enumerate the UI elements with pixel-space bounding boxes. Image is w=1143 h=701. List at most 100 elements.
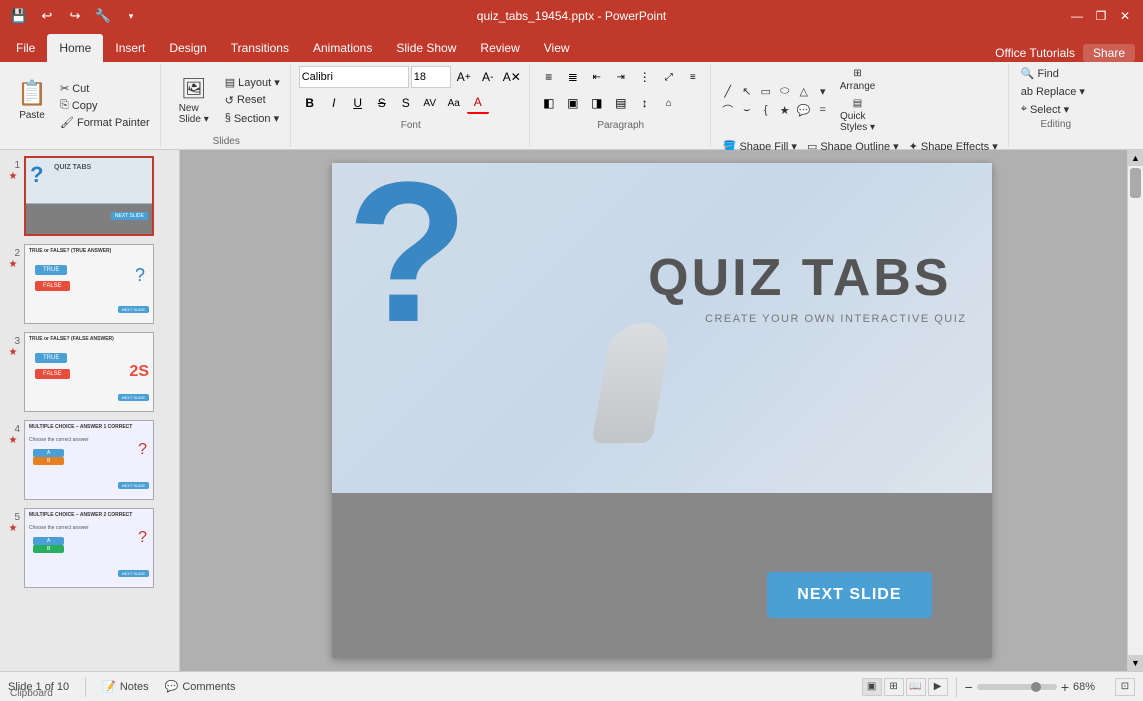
slide-thumb-4[interactable]: 4 ★ MULTIPLE CHOICE – ANSWER 1 CORRECT C… (4, 418, 175, 502)
smart-art-button[interactable]: ⌂ (658, 92, 680, 114)
decrease-font-button[interactable]: A- (477, 66, 499, 88)
font-name-input[interactable] (299, 66, 409, 88)
underline-button[interactable]: U (347, 92, 369, 114)
zoom-slider[interactable] (977, 684, 1057, 690)
section-button[interactable]: §Section ▾ (221, 111, 284, 126)
tab-animations[interactable]: Animations (301, 34, 384, 62)
tab-home[interactable]: Home (47, 34, 103, 62)
text-direction-button[interactable]: ⤢ (658, 66, 680, 88)
numbered-list-button[interactable]: ≣ (562, 66, 584, 88)
undo-icon[interactable]: ↩ (36, 5, 58, 27)
canvas-scroll-down[interactable]: ▼ (1128, 655, 1143, 671)
slide-thumb-1[interactable]: 1 ★ ? QUIZ TABS NEXT SLIDE (4, 154, 175, 238)
layout-button[interactable]: ▤Layout ▾ (221, 75, 284, 90)
zoom-level[interactable]: 68% (1073, 681, 1103, 693)
columns-button[interactable]: ⋮ (634, 66, 656, 88)
zoom-in-button[interactable]: + (1061, 679, 1069, 695)
next-slide-button[interactable]: NEXT SLIDE (767, 572, 931, 618)
replace-button[interactable]: abReplace ▾ (1017, 84, 1095, 99)
reset-button[interactable]: ↺Reset (221, 93, 284, 108)
canvas-scroll-thumb[interactable] (1130, 168, 1141, 198)
slides-group: 🖼 NewSlide ▾ ▤Layout ▾ ↺Reset §Section ▾… (163, 64, 291, 147)
normal-view-button[interactable]: ▣ (862, 678, 882, 696)
font-size-input[interactable] (411, 66, 451, 88)
align-type-button[interactable]: ≡ (682, 66, 704, 88)
slide-star-1: ★ (9, 171, 18, 182)
justify-button[interactable]: ▤ (610, 92, 632, 114)
slide-thumb-2[interactable]: 2 ★ TRUE or FALSE? (TRUE ANSWER) TRUE FA… (4, 242, 175, 326)
text-shadow-button[interactable]: S (395, 92, 417, 114)
clear-format-button[interactable]: A✕ (501, 66, 523, 88)
dropdown-icon[interactable]: ▾ (120, 5, 142, 27)
cut-icon: ✂ (60, 82, 69, 95)
shape-curve[interactable]: ⌒ (719, 101, 737, 119)
char-spacing-button[interactable]: AV (419, 92, 441, 114)
minimize-button[interactable]: — (1067, 6, 1087, 26)
align-center-button[interactable]: ▣ (562, 92, 584, 114)
slide-canvas[interactable]: ? QUIZ TABS CREATE YOUR OWN INTERACTIVE … (332, 163, 992, 658)
inc-indent-button[interactable]: ⇥ (610, 66, 632, 88)
shape-arrow[interactable]: ↖ (738, 82, 756, 100)
align-right-button[interactable]: ◨ (586, 92, 608, 114)
shape-eq[interactable]: = (814, 101, 832, 119)
slide-thumb-5[interactable]: 5 ★ MULTIPLE CHOICE – ANSWER 2 CORRECT C… (4, 506, 175, 590)
save-icon[interactable]: 💾 (8, 5, 30, 27)
restore-button[interactable]: ❐ (1091, 6, 1111, 26)
zoom-out-button[interactable]: − (965, 679, 973, 695)
customize-icon[interactable]: 🔧 (92, 5, 114, 27)
strikethrough-button[interactable]: S (371, 92, 393, 114)
close-button[interactable]: ✕ (1115, 6, 1135, 26)
new-slide-button[interactable]: 🖼 NewSlide ▾ (169, 66, 219, 134)
canvas-scroll-up[interactable]: ▲ (1128, 150, 1143, 166)
shape-triangle[interactable]: △ (795, 82, 813, 100)
tab-transitions[interactable]: Transitions (219, 34, 301, 62)
font-color-button[interactable]: A (467, 92, 489, 114)
tab-review[interactable]: Review (468, 34, 531, 62)
slide-top: ? QUIZ TABS CREATE YOUR OWN INTERACTIVE … (332, 163, 992, 493)
office-tutorials-link[interactable]: Office Tutorials (995, 46, 1075, 60)
shape-oval[interactable]: ⬭ (776, 82, 794, 100)
fit-slide-button[interactable]: ⊡ (1115, 678, 1135, 696)
shapes-row: ╱ ↖ ▭ ⬭ △ ▾ ⌒ ⌣ { ★ 💬 = ⊞ Arrange (719, 66, 1002, 135)
editing-group: 🔍Find abReplace ▾ ⌖Select ▾ Editing (1011, 64, 1101, 147)
shape-rect[interactable]: ▭ (757, 82, 775, 100)
tab-view[interactable]: View (532, 34, 582, 62)
quick-styles-button[interactable]: ▤ QuickStyles ▾ (838, 96, 878, 135)
find-button[interactable]: 🔍Find (1017, 66, 1095, 81)
paste-button[interactable]: 📋 Paste (10, 66, 54, 134)
line-spacing-button[interactable]: ↕ (634, 92, 656, 114)
reading-view-button[interactable]: 📖 (906, 678, 926, 696)
shape-bracket[interactable]: { (757, 101, 775, 119)
increase-font-button[interactable]: A+ (453, 66, 475, 88)
tab-file[interactable]: File (4, 34, 47, 62)
copy-button[interactable]: ⎘Copy (56, 98, 154, 113)
slide-sorter-button[interactable]: ⊞ (884, 678, 904, 696)
tab-design[interactable]: Design (157, 34, 218, 62)
shape-more[interactable]: ▾ (814, 82, 832, 100)
redo-icon[interactable]: ↪ (64, 5, 86, 27)
zoom-thumb[interactable] (1031, 682, 1041, 692)
notes-button[interactable]: 📝 Notes (102, 680, 148, 693)
bullet-list-button[interactable]: ≡ (538, 66, 560, 88)
dec-indent-button[interactable]: ⇤ (586, 66, 608, 88)
comments-icon: 💬 (165, 680, 179, 693)
comments-button[interactable]: 💬 Comments (165, 680, 236, 693)
align-left-button[interactable]: ◧ (538, 92, 560, 114)
select-button[interactable]: ⌖Select ▾ (1017, 102, 1095, 117)
change-case-button[interactable]: Aa (443, 92, 465, 114)
arrange-button[interactable]: ⊞ Arrange (838, 66, 878, 94)
shape-freeform[interactable]: ⌣ (738, 101, 756, 119)
italic-button[interactable]: I (323, 92, 345, 114)
format-painter-button[interactable]: 🖌Format Painter (56, 115, 154, 130)
tab-insert[interactable]: Insert (103, 34, 157, 62)
shape-line[interactable]: ╱ (719, 82, 737, 100)
shape-star[interactable]: ★ (776, 101, 794, 119)
bold-button[interactable]: B (299, 92, 321, 114)
shape-callout[interactable]: 💬 (795, 101, 813, 119)
slideshow-button[interactable]: ▶ (928, 678, 948, 696)
notes-label: Notes (120, 681, 149, 693)
share-button[interactable]: Share (1083, 44, 1135, 62)
cut-button[interactable]: ✂Cut (56, 81, 154, 96)
tab-slideshow[interactable]: Slide Show (384, 34, 468, 62)
slide-thumb-3[interactable]: 3 ★ TRUE or FALSE? (FALSE ANSWER) TRUE F… (4, 330, 175, 414)
